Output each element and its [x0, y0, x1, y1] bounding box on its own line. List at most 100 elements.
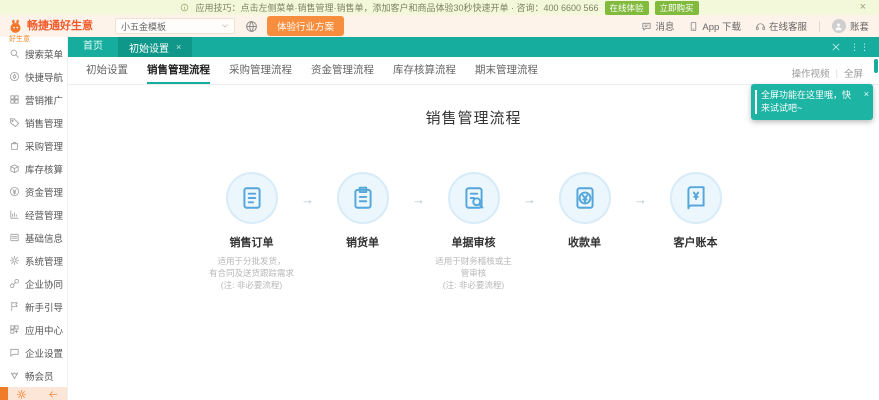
- template-select[interactable]: 小五金模板: [115, 18, 235, 34]
- compass-icon: [9, 71, 20, 82]
- sidebar-item-base-info[interactable]: 基础信息: [0, 226, 67, 249]
- tab-period-end-process[interactable]: 期末管理流程: [475, 57, 538, 84]
- sidebar-item-funds[interactable]: 资金管理: [0, 180, 67, 203]
- receipt-circle[interactable]: [559, 172, 611, 224]
- sidebar-item-purchase[interactable]: 采购管理: [0, 134, 67, 157]
- tab-initial-settings-label: 初始设置: [129, 40, 169, 55]
- settings-gear-icon[interactable]: [16, 389, 27, 400]
- flow-step-sales-invoice: 销货单: [313, 172, 412, 291]
- desc-line: (注: 非必要流程): [424, 279, 523, 291]
- step-description: 适用于分批发货， 有合同及送货跟踪需求 (注: 非必要流程): [202, 255, 301, 291]
- customer-ledger-circle[interactable]: [670, 172, 722, 224]
- window-tab-bar: 首页 初始设置 × ⋮⋮: [68, 37, 879, 57]
- sidebar-item-label: 销售管理: [25, 116, 63, 130]
- industry-solution-button[interactable]: 体验行业方案: [267, 16, 344, 36]
- grid-icon: [9, 94, 20, 105]
- sidebar-item-inventory[interactable]: 库存核算: [0, 157, 67, 180]
- tab-initial-setup[interactable]: 初始设置: [86, 57, 128, 84]
- sidebar-item-enterprise-settings[interactable]: 企业设置: [0, 341, 67, 364]
- process-tabs: 初始设置 销售管理流程 采购管理流程 资金管理流程 库存核算流程 期末管理流程: [68, 57, 879, 85]
- flow-step-receipt: 收款单: [535, 172, 634, 291]
- chat-icon: [9, 347, 20, 358]
- info-icon: [180, 3, 189, 12]
- sidebar-item-system[interactable]: 系统管理: [0, 249, 67, 272]
- app-header: 畅捷通好生意 好生意 小五金模板 体验行业方案 消息 App 下载 在线客服 账…: [0, 15, 879, 37]
- bag-icon: [9, 140, 20, 151]
- sidebar-item-quick-nav[interactable]: 快捷导航: [0, 65, 67, 88]
- tab-inventory-process[interactable]: 库存核算流程: [393, 57, 456, 84]
- sidebar-item-beginner-guide[interactable]: 新手引导: [0, 295, 67, 318]
- message-icon: [641, 21, 652, 32]
- sidebar-item-label: 经营管理: [25, 208, 63, 222]
- notice-close-icon[interactable]: ×: [860, 1, 866, 13]
- audit-icon: [461, 185, 487, 211]
- sidebar-item-label: 企业协同: [25, 277, 63, 291]
- globe-icon[interactable]: [245, 20, 258, 33]
- sidebar-item-app-center[interactable]: 应用中心: [0, 318, 67, 341]
- flow-step-customer-ledger: 客户账本: [646, 172, 745, 291]
- video-guide-link[interactable]: 操作视频: [792, 66, 830, 80]
- sidebar-item-label: 畅会员: [25, 369, 54, 383]
- brand-title: 畅捷通好生意: [27, 18, 93, 35]
- sidebar-menu: 搜索菜单 快捷导航 营销推广 销售管理 采购管理 库存核算 资金管理 经营管理 …: [0, 37, 67, 387]
- sidebar-item-label: 系统管理: [25, 254, 63, 268]
- order-doc-icon: [239, 185, 265, 211]
- close-icon[interactable]: [831, 42, 841, 52]
- step-label: 销售订单: [202, 234, 301, 250]
- tab-home[interactable]: 首页: [68, 37, 118, 57]
- sidebar-item-search[interactable]: 搜索菜单: [0, 42, 67, 65]
- toast-close-icon[interactable]: ×: [864, 88, 869, 101]
- link-icon: [9, 278, 20, 289]
- avatar[interactable]: [832, 19, 846, 33]
- brand-subtitle: 好生意: [9, 34, 30, 44]
- desc-line: 有合同及送货跟踪需求: [202, 267, 301, 279]
- sidebar-item-sales[interactable]: 销售管理: [0, 111, 67, 134]
- sidebar-item-membership[interactable]: 畅会员: [0, 364, 67, 387]
- sales-order-circle[interactable]: [226, 172, 278, 224]
- sidebar-footer: [0, 387, 67, 400]
- chart-icon: [9, 209, 20, 220]
- buy-button[interactable]: 立即购买: [655, 1, 699, 15]
- payment-icon: [572, 185, 598, 211]
- flow-step-document-audit: 单据审核 适用于财务稽核或主 管审核 (注: 非必要流程): [424, 172, 523, 291]
- tab-initial-settings[interactable]: 初始设置 ×: [118, 37, 192, 57]
- gear-icon: [9, 255, 20, 266]
- step-label: 销货单: [313, 234, 412, 250]
- sidebar: 搜索菜单 快捷导航 营销推广 销售管理 采购管理 库存核算 资金管理 经营管理 …: [0, 37, 68, 400]
- tab-funds-process[interactable]: 资金管理流程: [311, 57, 374, 84]
- sidebar-item-label: 应用中心: [25, 323, 63, 337]
- messages-button[interactable]: 消息: [641, 19, 674, 33]
- trial-button[interactable]: 在线体验: [605, 1, 649, 15]
- scrollbar-thumb[interactable]: [874, 59, 878, 73]
- account-label[interactable]: 账套: [850, 19, 869, 33]
- app-logo: 畅捷通好生意 好生意: [7, 18, 109, 35]
- sidebar-item-operations[interactable]: 经营管理: [0, 203, 67, 226]
- tabbar-controls: ⋮⋮: [831, 42, 870, 53]
- content-header-links: 操作视频 | 全屏: [792, 66, 864, 80]
- messages-label: 消息: [655, 19, 674, 33]
- phone-icon: [688, 21, 699, 32]
- sidebar-item-label: 库存核算: [25, 162, 63, 176]
- app-download-label: App 下载: [702, 19, 741, 33]
- desc-line: 适用于财务稽核或主: [424, 255, 523, 267]
- sidebar-item-label: 企业设置: [25, 346, 63, 360]
- document-audit-circle[interactable]: [448, 172, 500, 224]
- tab-sales-process[interactable]: 销售管理流程: [147, 57, 210, 84]
- online-service-button[interactable]: 在线客服: [755, 19, 807, 33]
- sidebar-item-label: 新手引导: [25, 300, 63, 314]
- online-service-label: 在线客服: [769, 19, 807, 33]
- flow-arrow-icon: →: [301, 192, 313, 291]
- tab-purchase-process[interactable]: 采购管理流程: [229, 57, 292, 84]
- sales-invoice-circle[interactable]: [337, 172, 389, 224]
- desc-line: 适用于分批发货，: [202, 255, 301, 267]
- collapse-sidebar-icon[interactable]: [48, 389, 59, 400]
- app-download-button[interactable]: App 下载: [688, 19, 741, 33]
- tab-close-icon[interactable]: ×: [176, 42, 181, 52]
- flow-arrow-icon: →: [523, 192, 535, 291]
- step-label: 收款单: [535, 234, 634, 250]
- invoice-icon: [350, 185, 376, 211]
- more-tabs-icon[interactable]: ⋮⋮: [850, 42, 870, 53]
- sidebar-item-marketing[interactable]: 营销推广: [0, 88, 67, 111]
- fullscreen-link[interactable]: 全屏: [844, 66, 863, 80]
- sidebar-item-collaboration[interactable]: 企业协同: [0, 272, 67, 295]
